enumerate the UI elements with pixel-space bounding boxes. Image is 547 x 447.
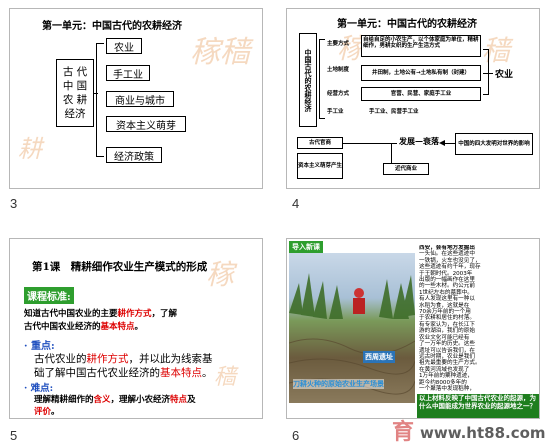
bottom-right-box: 中国的四大发明对世界的影响 (455, 133, 533, 155)
standard-line1: 知道古代中国农业的主要耕作方式，了解 (24, 307, 177, 319)
bottom-left-box2: 资本主义萌芽产生 (297, 153, 343, 179)
difficulty-text: 。 (51, 407, 60, 417)
item-capitalism: 资本主义萌芽 (106, 116, 186, 132)
connector (94, 93, 98, 94)
slide-number: 4 (292, 196, 300, 211)
difficulty-text: 理解精耕细作的 (34, 395, 94, 405)
slide-title: 第1课 精耕细作农业生产模式的形成 (32, 261, 208, 273)
difficulty-highlight: 评价 (34, 407, 52, 417)
item-policy: 经济政策 (106, 147, 162, 163)
bottom-mid-label: 发展—衰落 (399, 136, 439, 146)
standard-label: 课程标准: (24, 287, 74, 304)
key-line1: 古代农业的耕作方式，并以此为线索基 (34, 351, 213, 366)
row-label: 土地制度 (327, 67, 350, 73)
slide-number: 6 (292, 428, 300, 443)
decorative-calligraphy: 穑 (214, 365, 237, 390)
key-highlight: 耕作方式 (86, 353, 129, 365)
slide-number: 5 (10, 428, 18, 443)
key-text: 。 (202, 367, 213, 379)
slide-thumbnail-5[interactable]: 稼 穑 第1课 精耕细作农业生产模式的形成 课程标准: 知道古代中国农业的主要耕… (9, 238, 263, 419)
connector (343, 143, 397, 144)
standard-line2: 古代中国农业经济的基本特点。 (24, 320, 143, 332)
watermark-logo: 育 (392, 419, 415, 445)
standard-text: ，了解 (151, 309, 178, 319)
bottom-mid-box: 近代商业 (383, 163, 429, 175)
question-text: 以上材料反映了中国古代农业的起源，为什么中国能成为世界农业的起源地之一？ (419, 394, 536, 410)
row-label: 主要方式 (327, 41, 350, 47)
row-box: 井田制，土地公有→土地私有制（封建） (361, 65, 481, 81)
bracket (319, 39, 325, 119)
connector (445, 143, 455, 144)
left-line: 农 耕 (62, 94, 88, 106)
slide-title: 第一单元：中国古代的农耕经济 (42, 21, 182, 32)
standard-highlight: 耕作方式 (117, 309, 152, 319)
row-box: 自给自足的小农生产，以个体家庭为单位，精耕细作，男耕女织的生产生活方式 (361, 35, 481, 57)
difficulty-line1: 理解精耕细作的含义，理解小农经济特点及 (34, 393, 196, 405)
watermark-url: www.ht88.com (420, 424, 546, 442)
item-handicraft: 手工业 (106, 65, 150, 81)
row-text: 官营、民营、家庭手工业 (390, 91, 452, 97)
standard-text: 古代中国农业经济的 (24, 322, 101, 332)
key-label: · 重点: (24, 341, 55, 352)
decorative-calligraphy: 稼穑 (190, 35, 250, 70)
left-line: 中 国 (62, 80, 88, 92)
side-label: 农业 (495, 70, 514, 80)
decorative-calligraphy: 耕 (18, 135, 42, 163)
difficulty-text: ，理解小农经济 (110, 395, 171, 405)
intro-tag: 导入新课 (289, 241, 323, 253)
slide-title: 第一单元：中国古代的农耕经济 (337, 19, 477, 30)
slide-thumbnail-4[interactable]: 稼 穑 第一单元：中国古代的农耕经济 中国古代的农耕经济 主要方式 土地制度 经… (286, 8, 540, 189)
agri-economy-box: 古 代 中 国 农 耕 经济 (56, 59, 94, 127)
bottom-left2-text: 资本主义萌芽产生 (298, 163, 343, 169)
connector (391, 143, 392, 163)
question-box: 以上材料反映了中国古代农业的起源，为什么中国能成为世界农业的起源地之一？ (417, 394, 539, 418)
text-line: 一个聚落中发现稻种， (419, 385, 475, 392)
slide-number: 3 (10, 196, 18, 211)
row-label: 经营方式 (327, 91, 350, 97)
row-text: 自给自足的小农生产，以个体家庭为单位，精耕细作，男耕女织的生产生活方式 (363, 37, 479, 49)
key-text: ，并以此为线索基 (128, 353, 213, 365)
row-label: 手工业 (327, 109, 344, 115)
row-text: 手工业、民营手工业 (369, 109, 419, 115)
key-line2: 础了解中国古代农业经济的基本特点。 (34, 365, 213, 380)
photo-bottom-caption: 刀耕火种的原始农业生产场景 (293, 379, 384, 389)
key-highlight: 基本特点 (160, 367, 202, 379)
bracket (96, 43, 104, 157)
standard-text: 知道古代中国农业的主要 (24, 309, 118, 319)
bracket (483, 49, 489, 95)
difficulty-label: · 难点: (24, 383, 54, 394)
slide-thumbnail-3[interactable]: 稼穑 耕 第一单元：中国古代的农耕经济 古 代 中 国 农 耕 经济 农业 手工… (9, 8, 263, 189)
decorative-calligraphy: 稼 (206, 258, 235, 291)
key-text: 础了解中国古代农业经济的 (34, 367, 160, 379)
row-text: 井田制，土地公有→土地私有制（封建） (371, 70, 471, 76)
left-line: 经济 (64, 108, 86, 120)
slide-thumbnail-6[interactable]: 导入新课 西周遗址 刀耕火种的原始农业生产场景 西安，会有地方发掘出 一头仙。在… (286, 238, 540, 419)
left-vertical-label: 中国古代的农耕经济 (299, 33, 317, 127)
field-photo: 西周遗址 刀耕火种的原始农业生产场景 (289, 253, 415, 403)
key-text: 古代农业的 (34, 353, 87, 365)
difficulty-highlight: 特点 (170, 395, 188, 405)
photo-caption: 西周遗址 (363, 351, 395, 363)
item-agriculture: 农业 (106, 38, 142, 54)
left-line: 古 代 (62, 66, 88, 78)
bottom-left-box: 古代官商 (297, 137, 343, 149)
difficulty-line2: 评价。 (34, 405, 60, 417)
difficulty-highlight: 含义 (93, 395, 111, 405)
difficulty-text: 及 (187, 395, 196, 405)
standard-text: 。 (134, 322, 144, 332)
standard-highlight: 基本特点 (100, 322, 135, 332)
item-commerce: 商业与城市 (106, 91, 174, 107)
bottom-right-text: 中国的四大发明对世界的影响 (458, 141, 530, 147)
row-box: 官营、民营、家庭手工业 (361, 87, 481, 101)
right-text-block: 西安，会有地方发掘出 一头仙。在这些遗迹中 一铁锅，火车也没见了， 这些遗迹有约… (419, 245, 539, 392)
